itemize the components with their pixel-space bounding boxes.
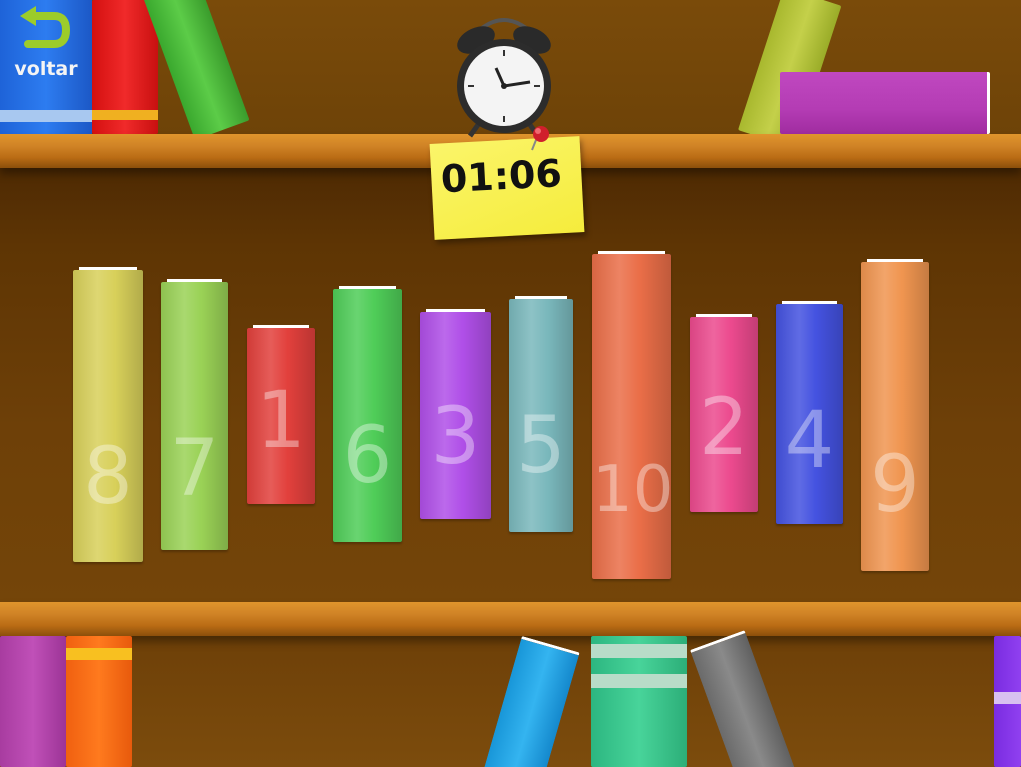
book-9[interactable]: 9 <box>861 259 929 571</box>
voltar-label: voltar <box>14 58 78 80</box>
book-5[interactable]: 5 <box>509 296 573 532</box>
book-3[interactable]: 3 <box>420 309 491 519</box>
decor-book-violet <box>994 636 1021 767</box>
book-8[interactable]: 8 <box>73 267 143 562</box>
timer-display: 01:06 <box>439 151 563 202</box>
voltar-band <box>0 110 92 122</box>
book-4[interactable]: 4 <box>776 301 843 524</box>
book-10[interactable]: 10 <box>592 251 674 579</box>
book-2[interactable]: 2 <box>690 314 758 512</box>
book-6[interactable]: 6 <box>333 286 402 542</box>
book-number: 7 <box>169 424 220 514</box>
decor-book-teal <box>591 636 687 767</box>
voltar-button[interactable]: voltar <box>0 0 92 134</box>
book-number: 3 <box>430 392 481 482</box>
book-1[interactable]: 1 <box>247 325 315 504</box>
decor-book-red <box>92 0 158 134</box>
book-number: 4 <box>784 396 835 486</box>
timer-note: 01:06 <box>429 136 585 240</box>
bookshelf-scene: voltar 01:06 8 7 1 6 3 5 10 2 4 9 <box>0 0 1021 767</box>
decor-book-magenta-lying <box>780 72 990 134</box>
decor-book-purple <box>0 636 66 767</box>
alarm-clock-icon <box>457 18 551 138</box>
book-number: 2 <box>699 383 749 473</box>
lower-shelf-board <box>0 602 1021 636</box>
book-number: 8 <box>83 432 133 522</box>
book-7[interactable]: 7 <box>161 279 228 550</box>
book-number: 9 <box>870 440 920 530</box>
pushpin-icon <box>531 126 549 151</box>
return-arrow-icon <box>20 6 70 48</box>
book-number: 6 <box>342 411 393 501</box>
decor-book-orange <box>66 636 132 767</box>
book-number: 5 <box>516 401 566 491</box>
book-number: 10 <box>592 453 674 527</box>
book-number: 1 <box>256 376 306 466</box>
